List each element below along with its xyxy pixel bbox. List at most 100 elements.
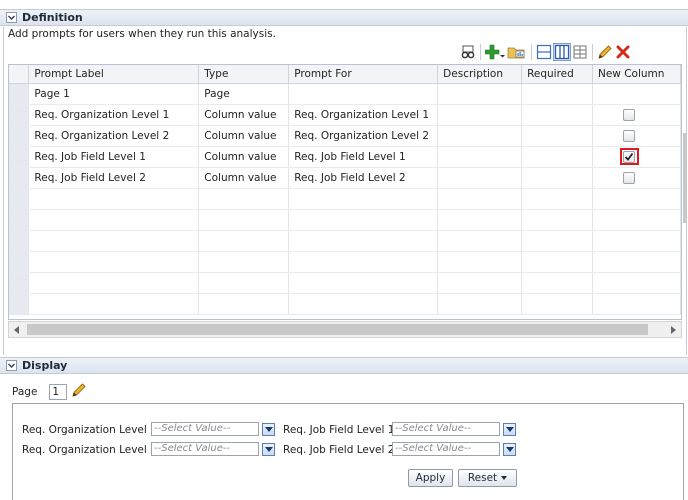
collapse-definition-button[interactable] (6, 12, 17, 23)
chevron-down-icon (8, 15, 15, 20)
new-prompt-button[interactable] (484, 43, 506, 61)
definition-title: Definition (22, 11, 83, 24)
prompt-preview-box: Req. Organization Level 1 --Select Value… (12, 403, 684, 500)
prompt-for-cell[interactable] (288, 83, 439, 105)
prompts-table: Prompt Label Type Prompt For Description… (9, 65, 681, 315)
layout-grid-button[interactable] (571, 43, 589, 61)
table-row[interactable]: Req. Job Field Level 1 Column value Req.… (9, 146, 681, 168)
prompt-for-cell[interactable]: Req. Job Field Level 2 (288, 167, 439, 189)
pencil-icon (72, 383, 86, 397)
column-header[interactable]: Prompt For (288, 65, 439, 84)
type-cell[interactable]: Page (198, 83, 290, 105)
new-column-checkbox-checked[interactable] (623, 150, 636, 163)
org-level-2-select[interactable]: --Select Value-- (151, 442, 275, 456)
description-cell[interactable] (437, 83, 523, 105)
new-column-checkbox[interactable] (622, 129, 635, 142)
pencil-icon (598, 45, 612, 59)
row-header[interactable] (9, 167, 30, 189)
column-header[interactable]: Type (198, 65, 290, 84)
layout-columns-button[interactable] (553, 43, 571, 61)
description-cell[interactable] (437, 167, 523, 189)
select-value-box[interactable]: --Select Value-- (151, 422, 259, 436)
dropdown-arrow-icon[interactable] (503, 422, 516, 436)
type-cell[interactable]: Column value (198, 125, 290, 147)
table-row[interactable]: Req. Job Field Level 2 Column value Req.… (9, 167, 681, 189)
row-header[interactable] (9, 146, 30, 168)
empty-row (9, 293, 681, 315)
new-column-cell (592, 146, 681, 168)
dropdown-arrow-icon[interactable] (262, 442, 275, 456)
edit-prompt-button[interactable] (596, 43, 614, 61)
field-label: Req. Job Field Level 2 (283, 444, 395, 456)
edit-page-button[interactable] (71, 382, 87, 401)
new-column-cell (592, 104, 681, 126)
type-cell[interactable]: Column value (198, 167, 290, 189)
select-value-box[interactable]: --Select Value-- (151, 442, 259, 456)
required-cell[interactable] (521, 104, 593, 126)
delete-prompt-button[interactable] (614, 43, 632, 61)
scroll-right-icon[interactable] (671, 326, 676, 334)
dropdown-arrow-icon[interactable] (262, 422, 275, 436)
required-cell[interactable] (521, 83, 593, 105)
column-header[interactable]: Description (437, 65, 523, 84)
apply-button[interactable]: Apply (408, 469, 453, 487)
table-row[interactable]: Page 1 Page (9, 83, 681, 105)
display-panel: Page 1 Req. Organization Level 1 --Selec… (0, 375, 688, 500)
job-field-level-2-select[interactable]: --Select Value-- (392, 442, 516, 456)
required-cell[interactable] (521, 125, 593, 147)
prompt-for-cell[interactable]: Req. Job Field Level 1 (288, 146, 439, 168)
page-number-field[interactable]: 1 (49, 383, 68, 400)
prompt-for-cell[interactable]: Req. Organization Level 1 (288, 104, 439, 126)
horizontal-scrollbar[interactable] (8, 321, 682, 338)
reset-button[interactable]: Reset (458, 469, 517, 487)
layout-rows-button[interactable] (535, 43, 553, 61)
description-cell[interactable] (437, 125, 523, 147)
required-cell[interactable] (521, 146, 593, 168)
empty-row (9, 272, 681, 294)
toolbar-separator (531, 44, 532, 60)
prompt-label-cell[interactable]: Req. Job Field Level 1 (28, 146, 200, 168)
new-column-checkbox[interactable] (622, 171, 635, 184)
add-plus-icon (485, 44, 505, 60)
description-cell[interactable] (437, 146, 523, 168)
type-cell[interactable]: Column value (198, 104, 290, 126)
layout-grid-icon (573, 45, 587, 59)
empty-row (9, 209, 681, 231)
org-level-1-select[interactable]: --Select Value-- (151, 422, 275, 436)
prompt-label-cell[interactable]: Req. Job Field Level 2 (28, 167, 200, 189)
select-value-box[interactable]: --Select Value-- (392, 422, 500, 436)
prompt-label-cell[interactable]: Req. Organization Level 1 (28, 104, 200, 126)
column-header[interactable]: Prompt Label (28, 65, 200, 84)
toolbar-separator (480, 44, 481, 60)
display-section-header: Display (0, 357, 688, 374)
new-column-checkbox[interactable] (622, 108, 635, 121)
scrollbar-thumb[interactable] (27, 324, 648, 335)
vertical-scrollbar[interactable] (683, 133, 687, 223)
prompt-for-cell[interactable]: Req. Organization Level 2 (288, 125, 439, 147)
column-header[interactable]: Required (521, 65, 593, 84)
table-row[interactable]: Req. Organization Level 2 Column value R… (9, 125, 681, 147)
dropdown-arrow-icon[interactable] (503, 442, 516, 456)
import-prompt-button[interactable] (506, 43, 528, 61)
field-label: Req. Job Field Level 1 (283, 424, 395, 436)
row-header[interactable] (9, 104, 30, 126)
field-label: Req. Organization Level 1 (22, 424, 157, 436)
select-value-box[interactable]: --Select Value-- (392, 442, 500, 456)
prompt-label-cell[interactable]: Req. Organization Level 2 (28, 125, 200, 147)
description-cell[interactable] (437, 104, 523, 126)
job-field-level-1-select[interactable]: --Select Value-- (392, 422, 516, 436)
column-header[interactable]: New Column (592, 65, 681, 84)
required-cell[interactable] (521, 167, 593, 189)
row-header[interactable] (9, 83, 30, 105)
checkmark-icon (625, 152, 634, 161)
prompt-label-cell[interactable]: Page 1 (28, 83, 200, 105)
row-header[interactable] (9, 125, 30, 147)
type-cell[interactable]: Column value (198, 146, 290, 168)
chevron-down-icon (501, 476, 508, 480)
display-title: Display (22, 359, 68, 372)
table-row[interactable]: Req. Organization Level 1 Column value R… (9, 104, 681, 126)
preview-button[interactable] (459, 43, 477, 61)
definition-hint: Add prompts for users when they run this… (8, 28, 276, 40)
collapse-display-button[interactable] (6, 360, 17, 371)
scroll-left-icon[interactable] (14, 326, 19, 334)
